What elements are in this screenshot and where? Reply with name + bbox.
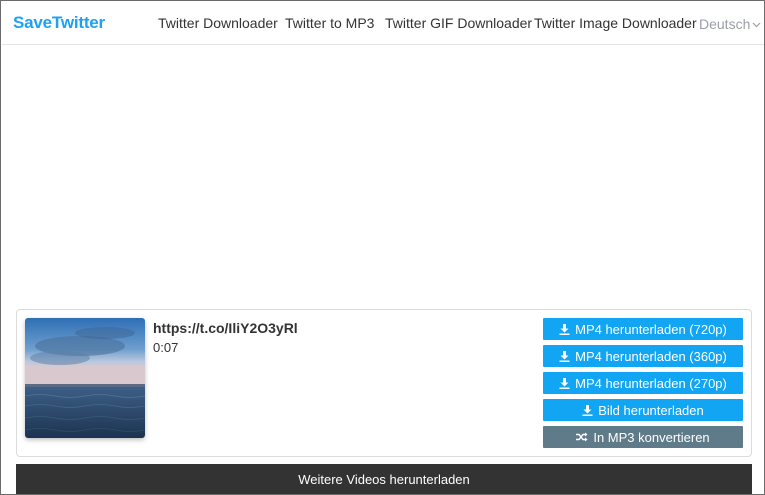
download-icon — [559, 350, 570, 362]
download-icon — [582, 404, 593, 416]
brand-logo[interactable]: SaveTwitter — [13, 13, 105, 33]
download-mp4-360-label: MP4 herunterladen (360p) — [575, 348, 727, 364]
download-mp4-270-button[interactable]: MP4 herunterladen (270p) — [543, 372, 743, 394]
nav-link-twitter-to-mp3[interactable]: Twitter to MP3 — [285, 15, 374, 31]
convert-mp3-label: In MP3 konvertieren — [593, 429, 710, 445]
chevron-down-icon — [752, 15, 761, 31]
video-duration: 0:07 — [153, 340, 179, 355]
download-mp4-270-label: MP4 herunterladen (270p) — [575, 375, 727, 391]
nav-link-twitter-gif-downloader[interactable]: Twitter GIF Downloader — [385, 15, 532, 31]
language-select[interactable]: Deutsch — [699, 15, 761, 32]
more-videos-button[interactable]: Weitere Videos herunterladen — [16, 464, 752, 494]
browser-frame: SaveTwitter Twitter Downloader Twitter t… — [0, 0, 765, 495]
nav-link-twitter-image-downloader[interactable]: Twitter Image Downloader — [534, 15, 697, 31]
download-mp4-720-button[interactable]: MP4 herunterladen (720p) — [543, 318, 743, 340]
download-image-label: Bild herunterladen — [598, 402, 704, 418]
more-videos-label: Weitere Videos herunterladen — [298, 471, 470, 487]
download-mp4-360-button[interactable]: MP4 herunterladen (360p) — [543, 345, 743, 367]
download-icon — [559, 323, 570, 335]
shuffle-icon — [576, 432, 588, 442]
video-thumbnail — [25, 318, 145, 438]
download-mp4-720-label: MP4 herunterladen (720p) — [575, 321, 727, 337]
language-label: Deutsch — [699, 16, 751, 32]
download-icon — [559, 377, 570, 389]
nav-link-twitter-downloader[interactable]: Twitter Downloader — [158, 15, 278, 31]
convert-mp3-button[interactable]: In MP3 konvertieren — [543, 426, 743, 448]
video-result-card: https://t.co/IliY2O3yRl 0:07 MP4 herunte… — [16, 309, 752, 457]
download-image-button[interactable]: Bild herunterladen — [543, 399, 743, 421]
video-title: https://t.co/IliY2O3yRl — [153, 320, 298, 336]
navbar: SaveTwitter Twitter Downloader Twitter t… — [2, 2, 764, 45]
